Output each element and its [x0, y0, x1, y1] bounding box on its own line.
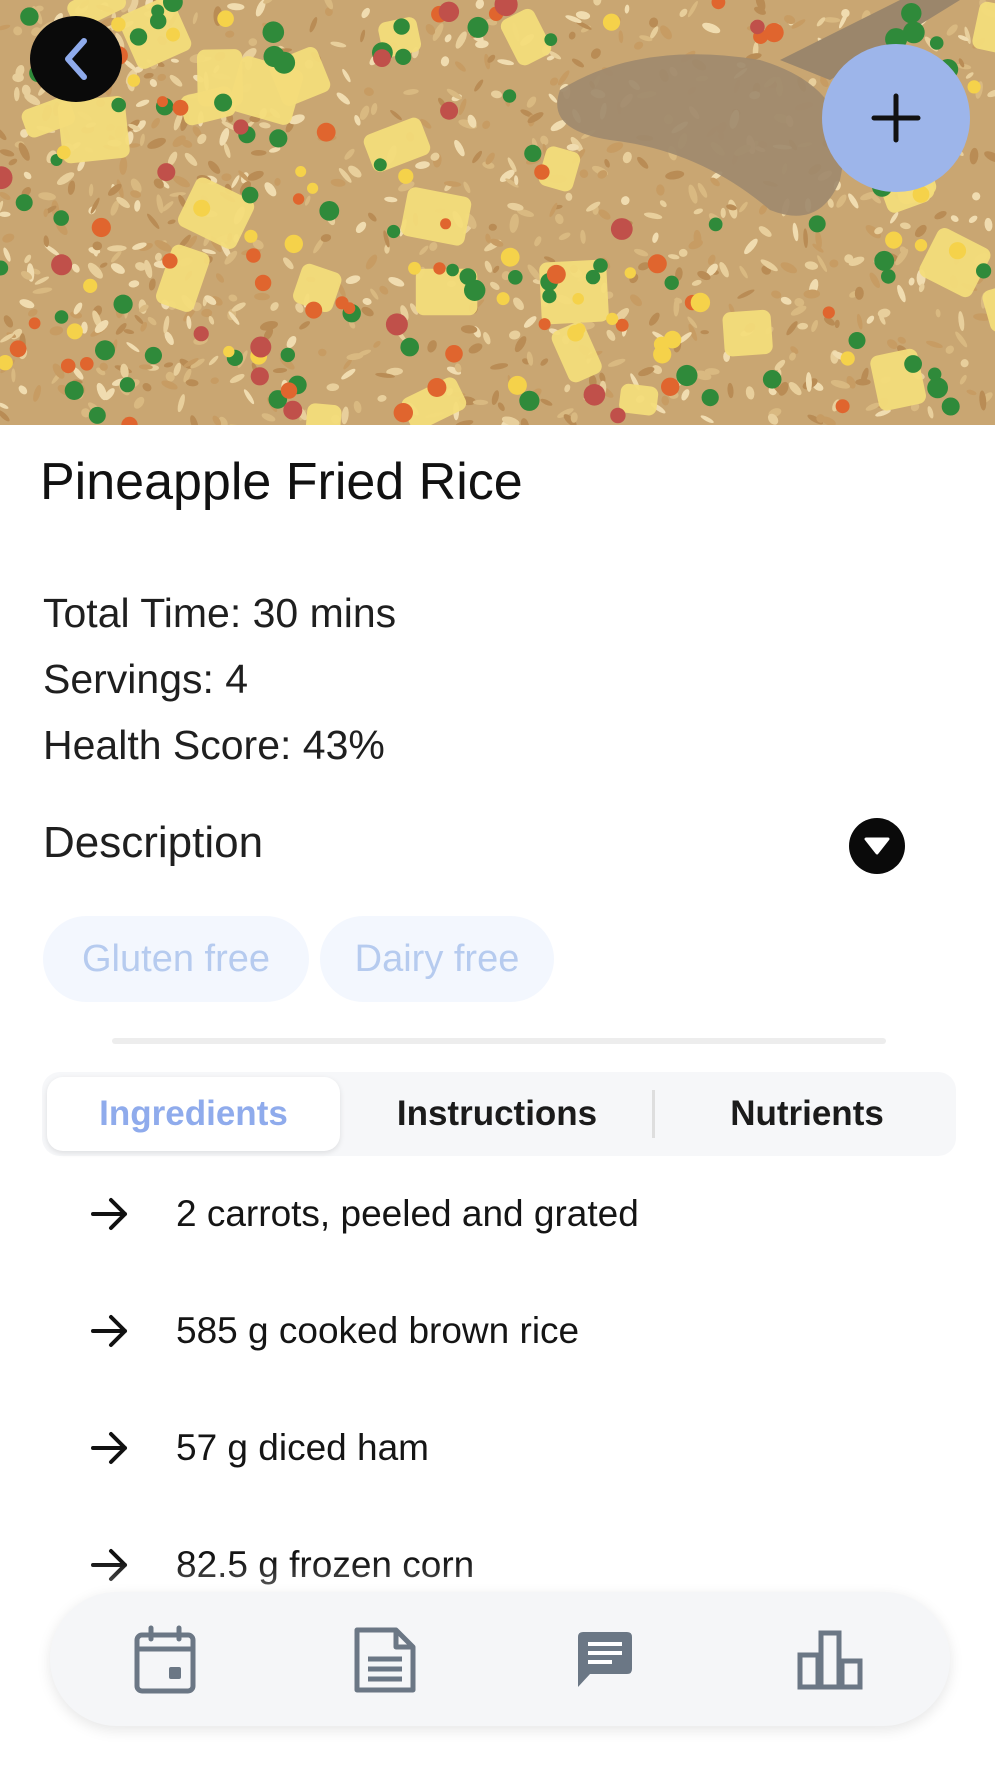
ingredient-item: 2 carrots, peeled and grated — [88, 1184, 908, 1244]
tag-dairy-free: Dairy free — [320, 916, 554, 1002]
description-label: Description — [43, 818, 264, 867]
recipe-title: Pineapple Fried Rice — [40, 453, 523, 511]
tab-separator — [652, 1090, 655, 1138]
description-toggle-button[interactable] — [849, 818, 905, 874]
document-icon — [354, 1627, 416, 1693]
health-score-text: Health Score: 43% — [43, 722, 385, 768]
ingredient-text: 2 carrots, peeled and grated — [176, 1193, 639, 1234]
caret-down-icon — [864, 837, 890, 855]
arrow-right-icon — [88, 1192, 132, 1236]
bar-chart-icon — [797, 1630, 863, 1690]
nav-calendar-button[interactable] — [130, 1625, 200, 1695]
recipe-tabs: Ingredients Instructions Nutrients — [42, 1072, 956, 1156]
nav-stats-button[interactable] — [795, 1625, 865, 1695]
nav-recipes-button[interactable] — [350, 1625, 420, 1695]
ingredient-text: 57 g diced ham — [176, 1427, 430, 1468]
tab-nutrients[interactable]: Nutrients — [662, 1072, 952, 1156]
bottom-navigation-bar — [50, 1592, 950, 1726]
calendar-icon — [134, 1625, 196, 1694]
ingredient-text: 585 g cooked brown rice — [176, 1310, 580, 1351]
ingredient-item: 57 g diced ham — [88, 1418, 908, 1478]
chat-icon — [578, 1632, 632, 1687]
tag-gluten-free: Gluten free — [43, 916, 309, 1002]
tab-ingredients[interactable]: Ingredients — [47, 1077, 340, 1151]
nav-chat-button[interactable] — [570, 1625, 640, 1695]
total-time-text: Total Time: 30 mins — [43, 590, 397, 636]
description-row[interactable]: Description — [43, 818, 905, 874]
tab-instructions[interactable]: Instructions — [352, 1072, 642, 1156]
add-recipe-button[interactable] — [822, 44, 970, 192]
chevron-left-icon — [65, 38, 87, 80]
arrow-right-icon — [88, 1309, 132, 1353]
plus-icon — [871, 93, 921, 143]
ingredient-item: 585 g cooked brown rice — [88, 1301, 908, 1361]
servings-text: Servings: 4 — [43, 656, 249, 702]
back-button[interactable] — [30, 16, 122, 102]
arrow-right-icon — [88, 1426, 132, 1470]
section-divider — [112, 1038, 886, 1044]
